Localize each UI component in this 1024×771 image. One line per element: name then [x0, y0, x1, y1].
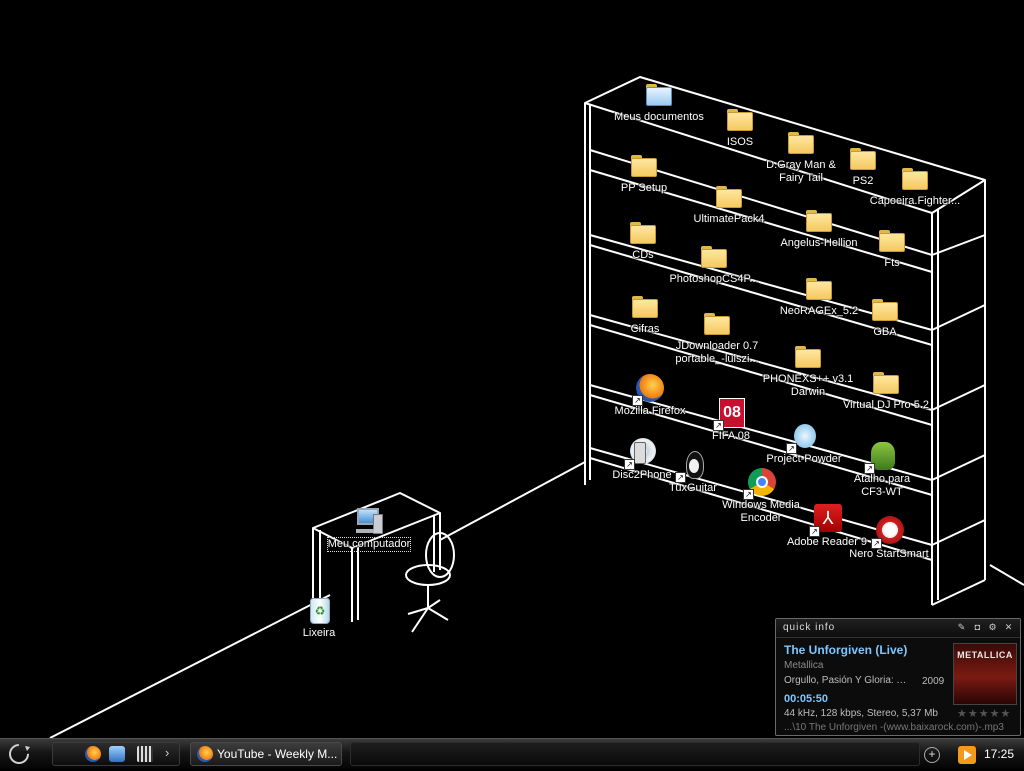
lock-icon[interactable]: ◘ — [973, 622, 982, 632]
game-character-icon: ↗ — [864, 440, 898, 474]
explorer-icon[interactable] — [109, 746, 125, 762]
widget-title: quick info — [783, 622, 836, 633]
folder-icon — [698, 240, 730, 272]
snowboarder-icon: ↗ — [786, 420, 820, 454]
firefox-icon: ↗ — [632, 372, 666, 406]
start-button[interactable] — [6, 742, 32, 766]
system-clock[interactable]: 17:25 — [984, 747, 1014, 761]
clapperboard-icon[interactable] — [137, 746, 153, 762]
desktop-icon-gba[interactable]: GBA — [837, 293, 933, 339]
add-gadget-icon[interactable]: + — [924, 747, 940, 763]
folder-icon — [627, 216, 659, 248]
folder-icon — [870, 366, 902, 398]
folder-icon — [785, 126, 817, 158]
shortcut-arrow-icon: ↗ — [632, 395, 643, 406]
desktop-icon-photoshop[interactable]: PhotoshopCS4P... — [662, 240, 766, 286]
shortcut-arrow-icon: ↗ — [713, 420, 724, 431]
play-icon — [964, 750, 972, 760]
desktop-icon-atalho-cf3[interactable]: ↗ Atalho para CF3-WT — [834, 440, 930, 499]
edit-icon[interactable]: ✎ — [957, 622, 966, 632]
audio-format: 44 kHz, 128 kbps, Stereo, 5,37 Mb — [784, 708, 938, 719]
desktop-icon-pp-setup[interactable]: PP Setup — [596, 149, 692, 195]
elapsed-time: 00:05:50 — [784, 693, 829, 705]
album-name: Orgullo, Pasión Y Gloria: Tr... — [784, 675, 912, 686]
album-art-logo: METALLICA — [957, 650, 1013, 660]
folder-icon — [803, 272, 835, 304]
documents-folder-icon — [643, 78, 675, 110]
folder-icon — [713, 180, 745, 212]
computer-icon — [353, 505, 385, 537]
fifa-icon: 08 ↗ — [713, 397, 747, 431]
folder-icon — [628, 149, 660, 181]
desktop-icon-lixeira[interactable]: ♻ Lixeira — [271, 594, 367, 640]
shortcut-arrow-icon: ↗ — [743, 489, 754, 500]
folder-icon — [792, 340, 824, 372]
floor-line-mid — [439, 461, 586, 541]
album-art: METALLICA — [953, 643, 1017, 705]
folder-icon — [876, 224, 908, 256]
folder-icon — [629, 290, 661, 322]
settings-icon[interactable]: ⚙ — [988, 622, 997, 632]
start-orb-icon — [9, 744, 30, 764]
desktop-icon-virtual-dj[interactable]: Virtual DJ Pro 5.2 — [836, 366, 936, 412]
floor-line-right — [989, 564, 1024, 586]
folder-icon — [869, 293, 901, 325]
album-year: 2009 — [922, 676, 945, 687]
media-player-tray-icon[interactable] — [958, 746, 976, 764]
quick-launch-bar: › — [52, 742, 180, 766]
desktop-icon-capoeira-fighter[interactable]: Capoeira.Fighter... — [866, 162, 964, 208]
penguin-guitar-icon: ↗ — [675, 449, 709, 483]
folder-icon — [899, 162, 931, 194]
chrome-icon: ↗ — [743, 466, 777, 500]
nero-icon: ↗ — [871, 515, 905, 549]
widget-header: quick info ✎ ◘ ⚙ ✕ — [776, 619, 1020, 638]
song-title: The Unforgiven (Live) — [784, 643, 908, 657]
recycle-bin-icon: ♻ — [303, 594, 335, 626]
shortcut-arrow-icon: ↗ — [864, 463, 875, 474]
adobe-reader-icon: ⅄ ↗ — [809, 503, 843, 537]
desktop-icon-nero-startsmart[interactable]: ↗ Nero StartSmart — [841, 515, 937, 561]
file-path: ...\10 The Unforgiven -(www.baixarock.co… — [784, 722, 1004, 733]
shortcut-arrow-icon: ↗ — [675, 472, 686, 483]
taskbar: › YouTube - Weekly M... + 17:25 — [0, 738, 1024, 769]
desktop-icon-meu-computador[interactable]: Meu computador — [321, 505, 417, 552]
folder-icon — [724, 103, 756, 135]
taskbar-item-label: YouTube - Weekly M... — [217, 747, 338, 761]
folder-icon — [701, 307, 733, 339]
shortcut-arrow-icon: ↗ — [624, 459, 635, 470]
shortcut-arrow-icon: ↗ — [871, 538, 882, 549]
quick-info-widget: quick info ✎ ◘ ⚙ ✕ The Unforgiven (Live)… — [775, 618, 1021, 736]
folder-icon — [803, 204, 835, 236]
taskbar-item-firefox[interactable]: YouTube - Weekly M... — [190, 742, 342, 766]
firefox-icon — [197, 746, 213, 762]
desktop-icon-fts[interactable]: Fts — [844, 224, 940, 270]
quick-launch-more-icon[interactable]: › — [165, 745, 169, 760]
close-icon[interactable]: ✕ — [1004, 622, 1013, 632]
artist-name: Metallica — [784, 660, 824, 671]
rating-stars[interactable]: ★★★★★ — [957, 707, 1011, 720]
desktop-icon-ultimatepack[interactable]: UltimatePack4 — [681, 180, 777, 226]
taskbar-empty-area — [350, 742, 920, 766]
firefox-icon[interactable] — [85, 746, 101, 762]
desktop-icon-jdownloader[interactable]: JDownloader 0.7 portable_-luiszi... — [664, 307, 770, 366]
shortcut-arrow-icon: ↗ — [786, 443, 797, 454]
shortcut-arrow-icon: ↗ — [809, 526, 820, 537]
